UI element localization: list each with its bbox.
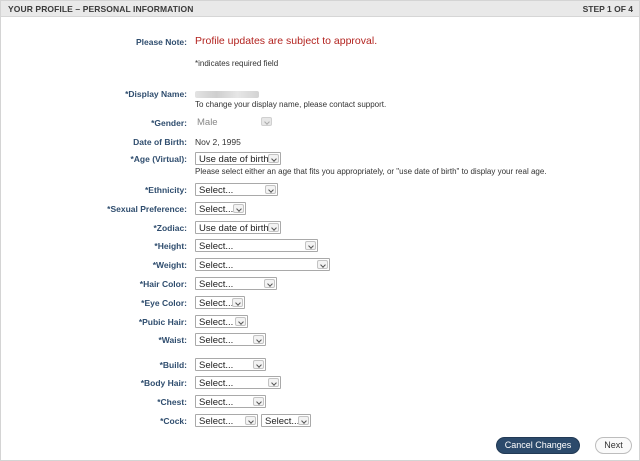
body-hair-select[interactable]: Select...: [195, 376, 281, 389]
build-select[interactable]: Select...: [195, 358, 266, 371]
display-name-label: *Display Name:: [125, 89, 187, 99]
cancel-changes-button[interactable]: Cancel Changes: [496, 437, 580, 454]
dob-value: Nov 2, 1995: [195, 137, 241, 147]
hair-color-label: *Hair Color:: [139, 279, 187, 289]
required-hint: *indicates required field: [195, 59, 279, 68]
hair-color-select[interactable]: Select...: [195, 277, 277, 290]
zodiac-select[interactable]: Use date of birth: [195, 221, 281, 234]
panel-header: YOUR PROFILE – PERSONAL INFORMATION STEP…: [1, 1, 639, 17]
height-select[interactable]: Select...: [195, 239, 318, 252]
display-name-help: To change your display name, please cont…: [195, 100, 387, 109]
age-virtual-help: Please select either an age that fits yo…: [195, 167, 547, 176]
chevron-down-icon: [253, 335, 264, 344]
chevron-down-icon: [232, 298, 243, 307]
pubic-hair-select[interactable]: Select...: [195, 315, 248, 328]
age-virtual-select[interactable]: Use date of birth: [195, 152, 281, 165]
chevron-down-icon: [305, 241, 316, 250]
cock-label: *Cock:: [160, 416, 187, 426]
please-note-label: Please Note:: [135, 37, 187, 47]
eye-color-label: *Eye Color:: [141, 298, 187, 308]
zodiac-label: *Zodiac:: [153, 223, 187, 233]
gender-select: Male: [195, 116, 273, 129]
approval-note: Profile updates are subject to approval.: [195, 35, 378, 47]
chevron-down-icon: [264, 279, 275, 288]
build-label: *Build:: [159, 360, 187, 370]
next-button[interactable]: Next: [595, 437, 632, 454]
weight-select[interactable]: Select...: [195, 258, 330, 271]
display-name-value: [195, 90, 259, 100]
profile-form-panel: YOUR PROFILE – PERSONAL INFORMATION STEP…: [0, 0, 640, 461]
chevron-down-icon: [317, 260, 328, 269]
chest-select[interactable]: Select...: [195, 395, 266, 408]
sexual-preference-label: *Sexual Preference:: [107, 204, 187, 214]
cock-select-2[interactable]: Select...: [261, 414, 311, 427]
blurred-name: [195, 91, 259, 98]
chevron-down-icon: [233, 204, 244, 213]
weight-label: *Weight:: [152, 260, 187, 270]
chevron-down-icon: [268, 378, 279, 387]
gender-label: *Gender:: [151, 118, 187, 128]
dob-label: Date of Birth:: [133, 137, 187, 147]
page-title: YOUR PROFILE – PERSONAL INFORMATION: [8, 4, 194, 14]
sexual-preference-select[interactable]: Select...: [195, 202, 246, 215]
chevron-down-icon: [268, 223, 279, 232]
chevron-down-icon: [268, 154, 279, 163]
body-hair-label: *Body Hair:: [140, 378, 187, 388]
step-indicator: STEP 1 OF 4: [582, 4, 633, 14]
eye-color-select[interactable]: Select...: [195, 296, 245, 309]
waist-select[interactable]: Select...: [195, 333, 266, 346]
chevron-down-icon: [253, 360, 264, 369]
chevron-down-icon: [265, 185, 276, 194]
chevron-down-icon: [253, 397, 264, 406]
chest-label: *Chest:: [157, 397, 187, 407]
pubic-hair-label: *Pubic Hair:: [138, 317, 187, 327]
chevron-down-icon: [261, 117, 272, 126]
ethnicity-label: *Ethnicity:: [144, 185, 187, 195]
chevron-down-icon: [298, 416, 309, 425]
height-label: *Height:: [154, 241, 187, 251]
cock-select-1[interactable]: Select...: [195, 414, 258, 427]
ethnicity-select[interactable]: Select...: [195, 183, 278, 196]
age-virtual-label: *Age (Virtual):: [130, 154, 187, 164]
waist-label: *Waist:: [158, 335, 188, 345]
chevron-down-icon: [235, 317, 246, 326]
chevron-down-icon: [245, 416, 256, 425]
